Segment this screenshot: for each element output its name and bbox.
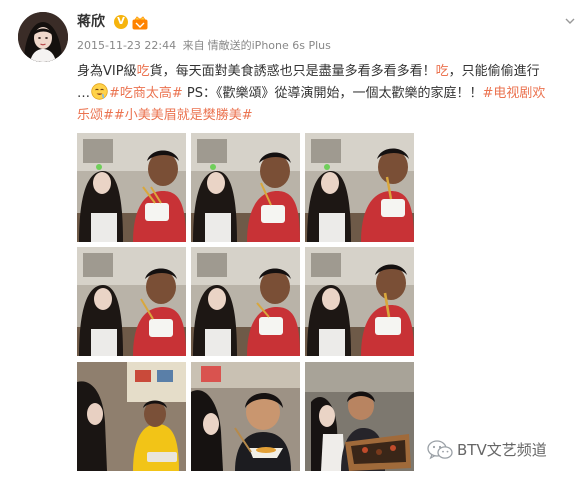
hashtag-link[interactable]: #吃商太高# [109, 86, 183, 101]
post-source[interactable]: 情敵送的iPhone 6s Plus [208, 39, 331, 52]
avatar[interactable] [18, 12, 68, 62]
post-timestamp[interactable]: 2015-11-23 22:44 [77, 39, 176, 52]
photo-thumbnail[interactable] [305, 247, 414, 356]
post-text-line-3: 乐颂##小美美眉就是樊勝美# [77, 105, 580, 127]
photo-thumbnail[interactable] [191, 247, 300, 356]
text-segment: ，只能偷偷進行 [448, 64, 540, 79]
source-prefix: 来自 [182, 39, 205, 52]
hashtag-link[interactable]: #电视剧欢 [483, 86, 546, 101]
keyword-link[interactable]: 吃 [436, 64, 449, 79]
photo-thumbnail[interactable] [191, 133, 300, 242]
post-text-line-2: … #吃商太高# PS：《歡樂頌》從導演開始，一個太歡樂的家庭！！#电视剧欢 [77, 83, 580, 105]
weibo-post-card: 蒋欣 V 2015-11-23 22:44 来自 情敵送的iPhone 6s Pl… [0, 0, 585, 478]
post-text: 身為VIP級吃貨，每天面對美食誘惑也只是盡量多看多看多看！吃，只能偷偷進行 … #… [77, 61, 580, 127]
chevron-down-icon[interactable] [565, 16, 575, 26]
drooling-face-icon [91, 83, 108, 100]
text-segment: PS：《歡樂頌》從導演開始，一個太歡樂的家庭！！ [182, 86, 483, 101]
wechat-icon [427, 440, 453, 460]
text-segment: … [77, 86, 90, 101]
photo-thumbnail[interactable] [305, 133, 414, 242]
photo-thumbnail[interactable] [191, 362, 300, 471]
text-segment: 貨，每天面對美食誘惑也只是盡量多看多看多看！ [149, 64, 436, 79]
verified-badge-icon: V [114, 15, 128, 29]
photo-grid [77, 133, 414, 471]
photo-thumbnail[interactable] [77, 133, 186, 242]
photo-thumbnail[interactable] [77, 362, 186, 471]
photo-thumbnail[interactable] [77, 247, 186, 356]
watermark-text: BTV文艺频道 [457, 441, 547, 459]
user-name[interactable]: 蒋欣 [77, 12, 105, 32]
keyword-link[interactable]: 吃 [137, 64, 150, 79]
hashtag-link[interactable]: 乐颂##小美美眉就是樊勝美# [77, 108, 253, 123]
post-meta: 2015-11-23 22:44 来自 情敵送的iPhone 6s Plus [77, 39, 334, 53]
vip-badge-icon[interactable] [132, 15, 148, 30]
watermark: BTV文艺频道 [427, 438, 547, 462]
post-text-line-1: 身為VIP級吃貨，每天面對美食誘惑也只是盡量多看多看多看！吃，只能偷偷進行 [77, 61, 580, 83]
text-segment: 身為VIP級 [77, 64, 137, 79]
photo-thumbnail[interactable] [305, 362, 414, 471]
